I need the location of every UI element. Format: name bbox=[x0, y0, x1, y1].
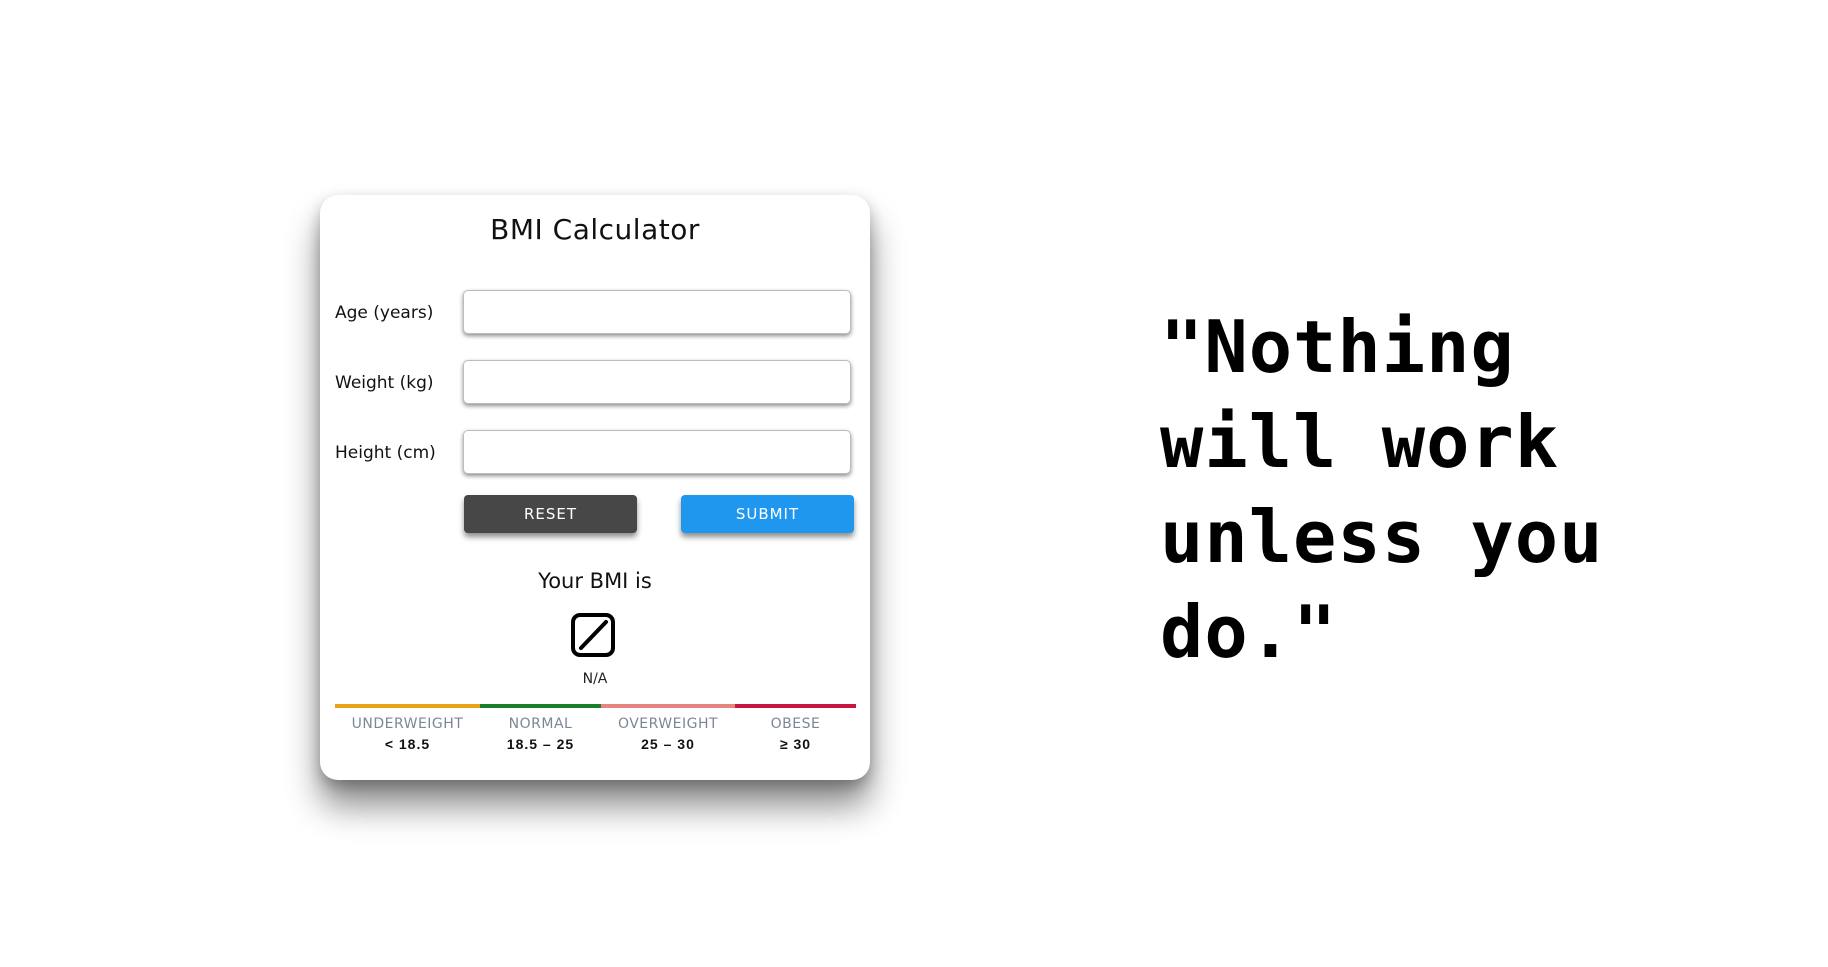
scale-overweight-name: OVERWEIGHT bbox=[617, 716, 719, 732]
scale-underweight-name: UNDERWEIGHT bbox=[351, 716, 464, 732]
obese-bar bbox=[735, 704, 856, 708]
height-input[interactable] bbox=[463, 430, 851, 474]
bmi-result-value: N/A bbox=[582, 671, 608, 687]
weight-row: Weight (kg) bbox=[335, 360, 855, 407]
calculator-title: BMI Calculator bbox=[490, 213, 700, 246]
scale-overweight-range: 25 – 30 bbox=[641, 736, 695, 752]
scale-obese-range: ≥ 30 bbox=[779, 736, 812, 752]
scale-underweight: UNDERWEIGHT < 18.5 bbox=[335, 716, 480, 752]
overweight-bar bbox=[601, 704, 735, 708]
bmi-calculator-card: BMI Calculator Age (years) Weight (kg) H… bbox=[320, 195, 870, 780]
underweight-bar bbox=[335, 704, 480, 708]
weight-label: Weight (kg) bbox=[335, 373, 434, 393]
normal-bar bbox=[480, 704, 601, 708]
age-input[interactable] bbox=[463, 290, 851, 334]
page: BMI Calculator Age (years) Weight (kg) H… bbox=[0, 0, 1828, 967]
scale-overweight: OVERWEIGHT 25 – 30 bbox=[601, 716, 735, 752]
age-row: Age (years) bbox=[335, 290, 855, 337]
scale-normal-range: 18.5 – 25 bbox=[506, 736, 575, 752]
reset-button[interactable]: RESET bbox=[464, 495, 637, 533]
age-label: Age (years) bbox=[335, 303, 434, 323]
weight-input[interactable] bbox=[463, 360, 851, 404]
height-row: Height (cm) bbox=[335, 430, 855, 477]
scale-obese: OBESE ≥ 30 bbox=[735, 716, 856, 752]
motivational-quote: "Nothing will work unless you do." bbox=[1160, 305, 1604, 674]
scale-underweight-range: < 18.5 bbox=[384, 736, 431, 752]
scale-normal-name: NORMAL bbox=[508, 716, 573, 732]
bmi-result-label: Your BMI is bbox=[538, 569, 652, 593]
submit-button[interactable]: SUBMIT bbox=[681, 495, 854, 533]
scale-normal: NORMAL 18.5 – 25 bbox=[480, 716, 601, 752]
empty-set-icon bbox=[571, 613, 615, 657]
scale-obese-name: OBESE bbox=[770, 716, 821, 732]
height-label: Height (cm) bbox=[335, 443, 436, 463]
